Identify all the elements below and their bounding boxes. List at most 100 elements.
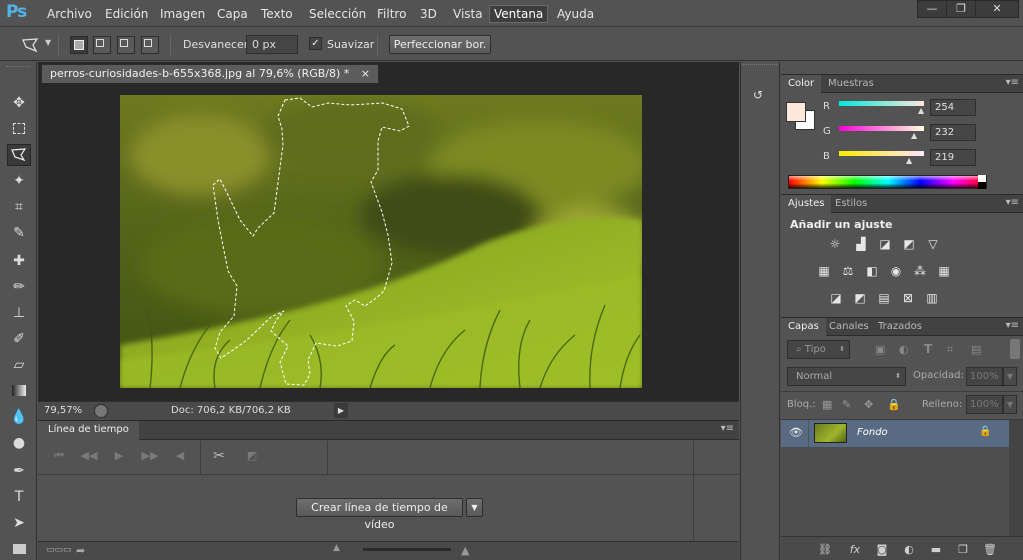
magic-wand-icon[interactable]: ✦ [7, 170, 31, 192]
color-lookup-icon[interactable]: ▦ [935, 263, 953, 279]
blue-slider-thumb[interactable]: ▲ [906, 156, 912, 165]
toolbar-grip[interactable] [6, 66, 30, 69]
tab-muestras[interactable]: Muestras [821, 75, 881, 93]
fill-dropdown-icon[interactable]: ▼ [1003, 395, 1017, 414]
layer-filter-dropdown[interactable]: ⌕ Tipo ⬍ [787, 340, 850, 359]
transition-icon[interactable]: ◩ [241, 447, 263, 465]
lock-all-icon[interactable]: 🔒 [887, 398, 901, 411]
restore-button[interactable]: ❐ [946, 0, 976, 18]
new-group-icon[interactable]: ▬ [928, 543, 944, 557]
minimize-button[interactable]: — [917, 0, 947, 18]
menu-3d[interactable]: 3D [416, 5, 441, 23]
intersect-selection-icon[interactable] [141, 36, 159, 54]
polygonal-lasso-icon[interactable] [7, 144, 31, 166]
link-layers-icon[interactable]: ⛓ [817, 543, 833, 557]
brightness-contrast-icon[interactable]: ☼ [826, 236, 844, 252]
red-slider-thumb[interactable]: ▲ [918, 106, 924, 115]
selective-color-icon[interactable]: ⊠ [899, 290, 917, 306]
channel-mixer-icon[interactable]: ⁂ [911, 263, 929, 279]
zoom-level[interactable]: 79,57% [44, 405, 82, 416]
brush-tool-icon[interactable]: ✏ [7, 276, 31, 298]
tab-trazados[interactable]: Trazados [871, 318, 929, 336]
next-frame-icon[interactable]: ▶▶ [139, 447, 161, 465]
rectangle-shape-icon[interactable] [7, 538, 31, 560]
clone-stamp-icon[interactable]: ⊥ [7, 302, 31, 324]
timeline-mode-dropdown-icon[interactable]: ▼ [466, 498, 483, 517]
document-canvas-image[interactable] [120, 95, 642, 388]
gradient-map-icon[interactable]: ▥ [923, 290, 941, 306]
opacity-field[interactable]: 100% [966, 367, 1003, 386]
crop-tool-icon[interactable]: ⌗ [7, 196, 31, 218]
polygonal-lasso-preset-icon[interactable] [20, 36, 42, 54]
black-white-icon[interactable]: ◧ [863, 263, 881, 279]
lock-position-icon[interactable]: ✥ [864, 398, 873, 411]
color-balance-icon[interactable]: ⚖ [839, 263, 857, 279]
add-mask-icon[interactable]: ◙ [874, 543, 890, 557]
zoom-out-timeline-icon[interactable]: ▲ [333, 543, 340, 553]
blur-tool-icon[interactable]: 💧 [7, 406, 31, 428]
refine-edge-button[interactable]: Perfeccionar bor. [389, 35, 491, 54]
rectangular-marquee-icon[interactable] [7, 118, 31, 140]
threshold-icon[interactable]: ▤ [875, 290, 893, 306]
tab-estilos[interactable]: Estilos [828, 195, 874, 213]
menu-ayuda[interactable]: Ayuda [553, 5, 598, 23]
render-icon[interactable]: ▭▭▭ [46, 545, 72, 555]
posterize-icon[interactable]: ◩ [851, 290, 869, 306]
layer-style-fx-icon[interactable]: fx [847, 543, 863, 557]
feather-input[interactable]: 0 px [246, 35, 298, 54]
eyedropper-icon[interactable]: ✎ [7, 222, 31, 244]
eraser-icon[interactable]: ▱ [7, 354, 31, 376]
timeline-panel-menu-icon[interactable]: ▾≡ [721, 423, 734, 434]
previous-frame-icon[interactable]: ◀◀ [78, 447, 100, 465]
dodge-tool-icon[interactable]: ● [7, 432, 31, 454]
menu-edicion[interactable]: Edición [101, 5, 152, 23]
menu-ventana[interactable]: Ventana [489, 5, 549, 23]
menu-texto[interactable]: Texto [257, 5, 297, 23]
menu-vista[interactable]: Vista [449, 5, 487, 23]
gradient-tool-icon[interactable] [7, 380, 31, 402]
document-tab[interactable]: perros-curiosidades-b-655x368.jpg al 79,… [41, 64, 379, 83]
menu-capa[interactable]: Capa [213, 5, 252, 23]
exposure-icon[interactable]: ◩ [900, 236, 918, 252]
fill-field[interactable]: 100% [966, 395, 1003, 414]
delete-layer-icon[interactable]: 🗑 [982, 543, 998, 557]
black-swatch-icon[interactable] [978, 182, 986, 189]
layers-panel-menu-icon[interactable]: ▾≡ [1006, 320, 1019, 331]
go-to-first-frame-icon[interactable]: ⏮ [48, 447, 70, 465]
layer-visibility-eye-icon[interactable]: 👁 [789, 426, 803, 439]
move-tool-icon[interactable]: ✥ [7, 92, 31, 114]
filter-toggle-switch[interactable] [1010, 339, 1020, 359]
green-slider-thumb[interactable]: ▲ [911, 131, 917, 140]
filter-pixel-icon[interactable]: ▣ [875, 343, 885, 356]
mute-audio-icon[interactable]: ◀ [169, 447, 191, 465]
color-spectrum-ramp[interactable] [788, 175, 987, 189]
history-panel-icon[interactable]: ↺ [753, 88, 771, 106]
invert-icon[interactable]: ◪ [827, 290, 845, 306]
antialias-checkbox[interactable]: ✓ [309, 37, 322, 50]
convert-animation-icon[interactable]: ➦ [76, 544, 85, 557]
lock-transparency-icon[interactable]: ▦ [822, 398, 832, 411]
adjustments-panel-menu-icon[interactable]: ▾≡ [1006, 197, 1019, 208]
photo-filter-icon[interactable]: ◉ [887, 263, 905, 279]
vibrance-icon[interactable]: ▽ [924, 236, 942, 252]
new-selection-icon[interactable] [70, 36, 88, 54]
type-tool-icon[interactable]: T [7, 486, 31, 508]
new-layer-icon[interactable]: ❐ [955, 543, 971, 557]
zoom-in-timeline-icon[interactable]: ▲ [461, 544, 469, 557]
red-slider[interactable] [839, 101, 924, 106]
preset-dropdown-arrow-icon[interactable]: ▼ [45, 38, 51, 47]
menu-imagen[interactable]: Imagen [156, 5, 209, 23]
white-swatch-icon[interactable] [978, 175, 986, 182]
close-document-icon[interactable]: × [361, 67, 370, 80]
color-panel-menu-icon[interactable]: ▾≡ [1006, 77, 1019, 88]
path-selection-icon[interactable]: ➤ [7, 512, 31, 534]
status-menu-arrow-icon[interactable]: ▶ [334, 403, 348, 418]
layers-scrollbar[interactable] [1009, 420, 1023, 536]
curves-icon[interactable]: ◪ [876, 236, 894, 252]
levels-icon[interactable]: ▟ [852, 236, 870, 252]
timeline-tab[interactable]: Línea de tiempo [38, 421, 139, 440]
foreground-color-swatch[interactable] [786, 102, 806, 122]
add-to-selection-icon[interactable] [93, 36, 111, 54]
green-value-field[interactable]: 232 [930, 124, 976, 141]
layer-row-fondo[interactable]: 👁 Fondo 🔒 [781, 420, 1009, 447]
